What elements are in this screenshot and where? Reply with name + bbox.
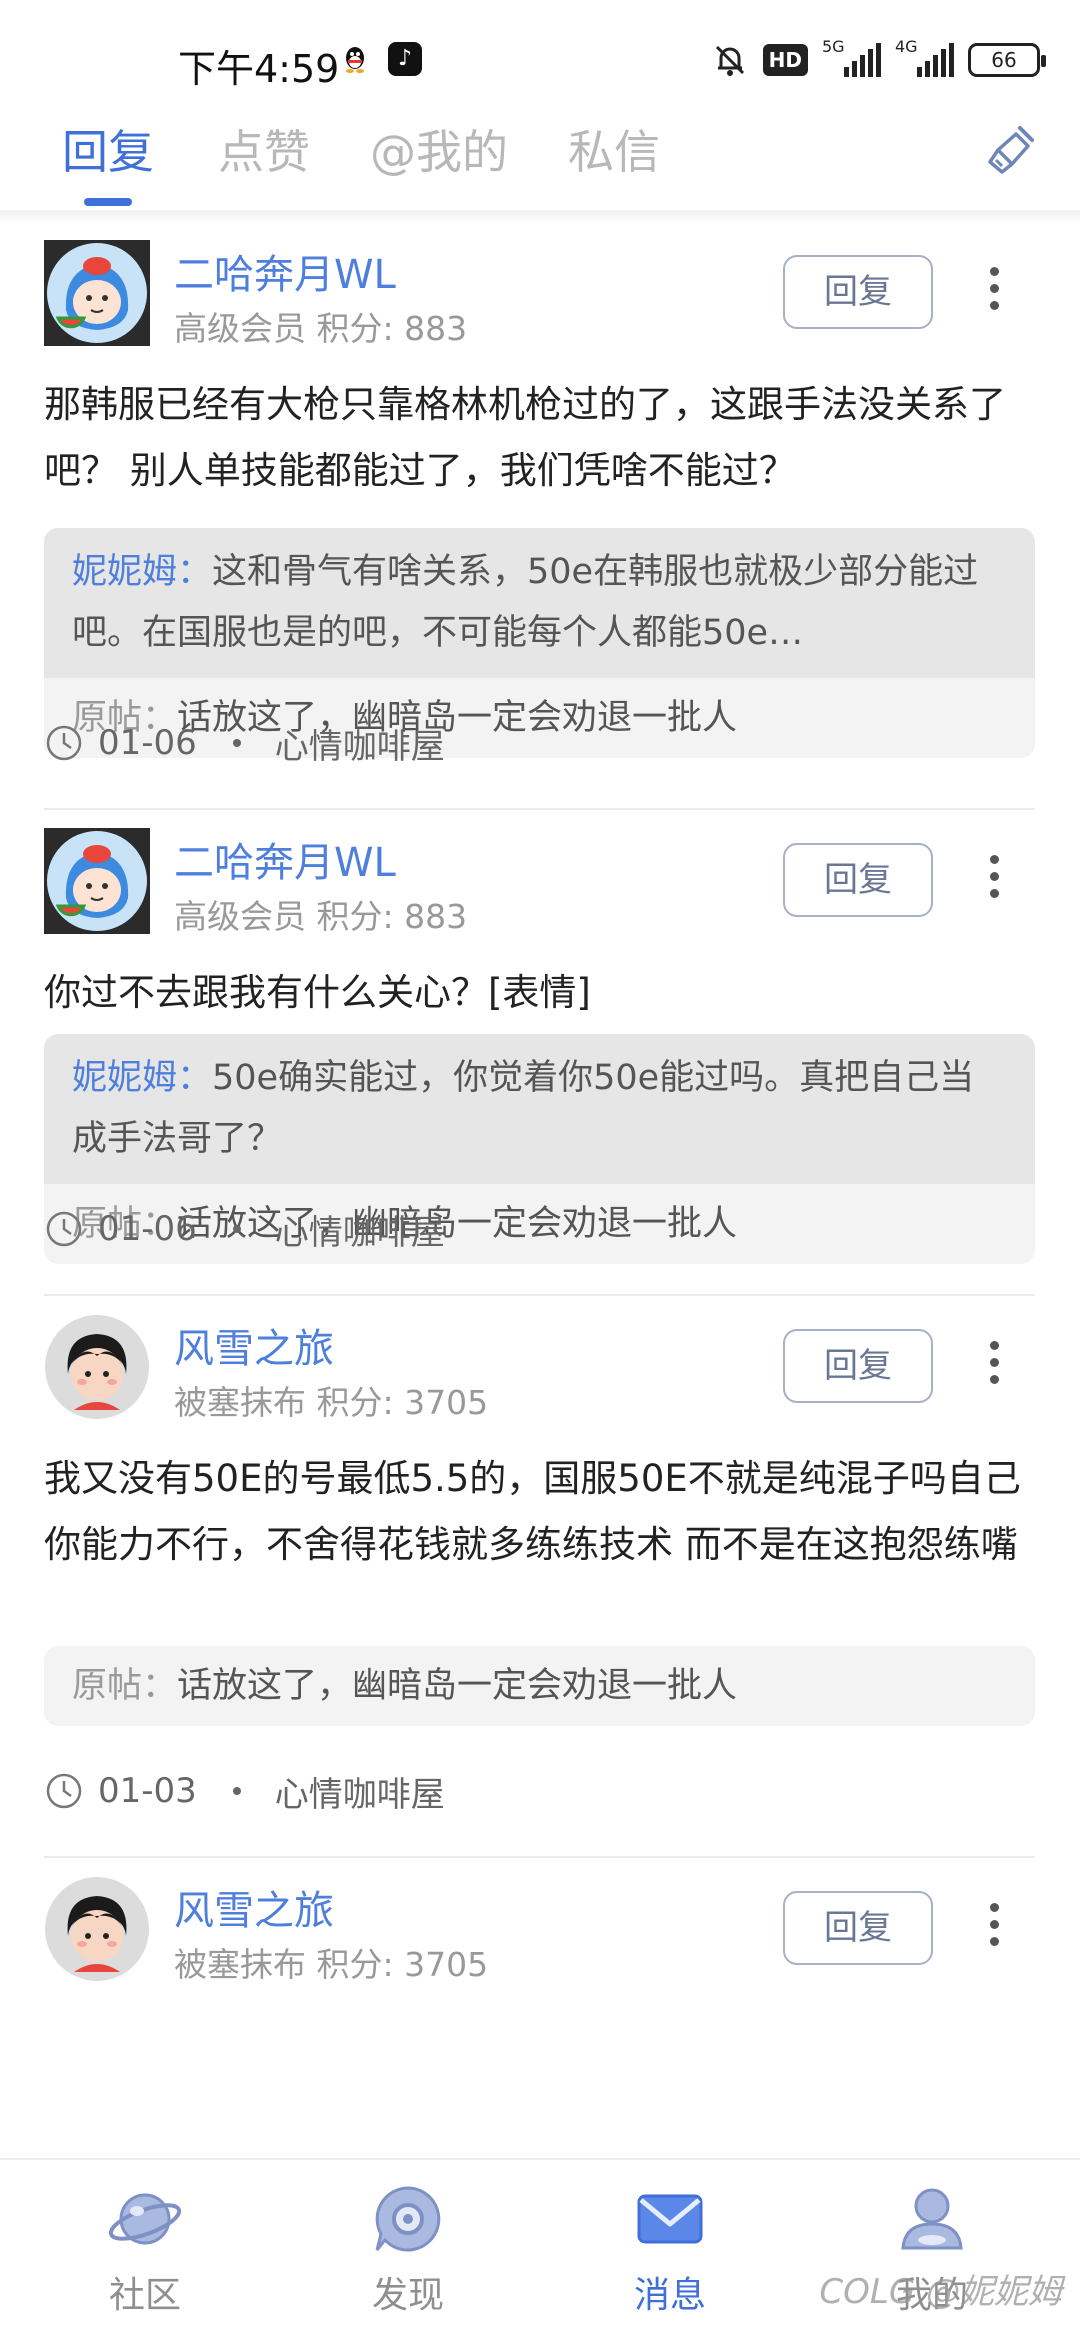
user-meta: 高级会员 积分: 883 xyxy=(174,890,467,938)
member-level: 被塞抹布 xyxy=(174,1945,306,1984)
more-options-icon[interactable] xyxy=(985,267,1003,317)
username[interactable]: 二哈奔月WL xyxy=(174,242,396,300)
quote-body: 妮妮姆：50e确实能过，你觉着你50e能过吗。真把自己当成手法哥了？ xyxy=(44,1034,1035,1184)
watermark: COLG @妮妮姆 xyxy=(819,2272,1062,2312)
mail-icon xyxy=(637,2194,703,2244)
reply-date: 01-06 xyxy=(98,723,197,763)
nav-community[interactable]: 社区 xyxy=(75,2178,215,2318)
nav-discover[interactable]: 发现 xyxy=(338,2178,478,2318)
reply-content: 我又没有50E的号最低5.5的，国服50E不就是纯混子吗自己你能力不行，不舍得花… xyxy=(44,1457,1021,1566)
quote-author: 妮妮姆： xyxy=(72,1058,213,1098)
nav-label: 消息 xyxy=(633,2275,706,2316)
nav-label: 发现 xyxy=(371,2275,444,2316)
avatar[interactable] xyxy=(44,240,150,346)
user-points: 积分: 3705 xyxy=(316,1383,489,1422)
discover-icon xyxy=(375,2186,441,2252)
battery-icon: 66 xyxy=(968,43,1046,77)
message-tabs: 回复 点赞 @我的 私信 xyxy=(0,110,1080,210)
network-4g-label: 4G xyxy=(895,37,918,56)
reply-meta: 01-06 心情咖啡屋 xyxy=(44,718,445,768)
username[interactable]: 风雪之旅 xyxy=(174,1878,334,1936)
signal-icon: 4G xyxy=(895,37,954,77)
more-options-icon[interactable] xyxy=(985,1903,1003,1953)
member-level: 被塞抹布 xyxy=(174,1383,306,1422)
user-meta: 高级会员 积分: 883 xyxy=(174,302,467,350)
reply-button[interactable]: 回复 xyxy=(783,843,933,917)
clock-icon xyxy=(46,725,82,761)
username[interactable]: 二哈奔月WL xyxy=(174,830,396,888)
member-level: 高级会员 xyxy=(174,897,306,936)
hd-badge: HD xyxy=(762,44,808,76)
nav-label: 社区 xyxy=(108,2275,181,2316)
tab-replies[interactable]: 回复 xyxy=(62,116,154,182)
tab-likes[interactable]: 点赞 xyxy=(218,116,310,182)
reply-content: 那韩服已经有大枪只靠格林机枪过的了，这跟手法没关系了吧？ 别人单技能都能过了，我… xyxy=(44,383,1006,492)
qq-penguin-icon xyxy=(346,47,364,73)
user-points: 积分: 3705 xyxy=(316,1945,489,1984)
reply-button[interactable]: 回复 xyxy=(783,1891,933,1965)
tiktok-icon: ♪ xyxy=(388,42,422,76)
bottom-navigation: 社区 发现 消息 我的 COLG @妮妮姆 xyxy=(0,2158,1080,2340)
tab-private-messages[interactable]: 私信 xyxy=(568,116,660,182)
tab-mentions[interactable]: @我的 xyxy=(370,116,508,182)
status-bar: 下午4:59 ♪ HD 5G 4G 66 xyxy=(0,0,1080,110)
broom-clear-icon[interactable] xyxy=(982,120,1042,180)
network-5g-label: 5G xyxy=(822,37,845,56)
reply-card: 风雪之旅 被塞抹布 积分: 3705 回复 xyxy=(0,1858,1080,2058)
reply-button[interactable]: 回复 xyxy=(783,255,933,329)
more-options-icon[interactable] xyxy=(985,1341,1003,1391)
user-meta: 被塞抹布 积分: 3705 xyxy=(174,1376,488,1424)
reply-card: 二哈奔月WL 高级会员 积分: 883 回复 你过不去跟我有什么关心？[表情] … xyxy=(0,810,1080,1264)
reply-button[interactable]: 回复 xyxy=(783,1329,933,1403)
avatar[interactable] xyxy=(44,1876,150,1982)
more-options-icon[interactable] xyxy=(985,855,1003,905)
separator-dot xyxy=(232,739,241,747)
bell-muted-icon xyxy=(715,45,744,76)
avatar[interactable] xyxy=(44,1314,150,1420)
planet-icon xyxy=(108,2193,182,2245)
board-name[interactable]: 心情咖啡屋 xyxy=(275,719,445,768)
user-points: 积分: 883 xyxy=(316,309,468,348)
reply-content: 你过不去跟我有什么关心？[表情] xyxy=(44,971,591,1014)
user-points: 积分: 883 xyxy=(316,897,468,936)
active-tab-indicator xyxy=(84,198,132,206)
nav-messages[interactable]: 消息 xyxy=(600,2178,740,2318)
avatar[interactable] xyxy=(44,828,150,934)
reply-feed[interactable]: 二哈奔月WL 高级会员 积分: 883 回复 那韩服已经有大枪只靠格林机枪过的了… xyxy=(0,222,1080,2158)
quote-body: 妮妮姆：这和骨气有啥关系，50e在韩服也就极少部分能过吧。在国服也是的吧，不可能… xyxy=(44,528,1035,678)
status-indicators: HD 5G 4G 66 xyxy=(711,37,1046,80)
profile-icon xyxy=(901,2188,963,2250)
signal-icon: 5G xyxy=(822,37,881,77)
status-time: 下午4:59 xyxy=(178,47,340,91)
reply-card: 二哈奔月WL 高级会员 积分: 883 回复 那韩服已经有大枪只靠格林机枪过的了… xyxy=(0,222,1080,810)
quote-author: 妮妮姆： xyxy=(72,552,213,592)
reply-card: 风雪之旅 被塞抹布 积分: 3705 回复 我又没有50E的号最低5.5的，国服… xyxy=(0,1296,1080,1858)
member-level: 高级会员 xyxy=(174,309,306,348)
username[interactable]: 风雪之旅 xyxy=(174,1316,334,1374)
user-meta: 被塞抹布 积分: 3705 xyxy=(174,1938,488,1986)
